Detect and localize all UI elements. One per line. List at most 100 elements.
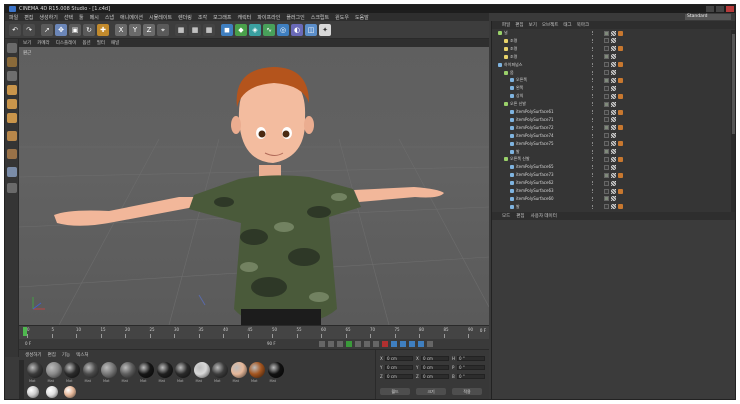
array-icon[interactable]: ◈: [249, 24, 261, 36]
visibility-toggle[interactable]: [592, 70, 597, 75]
visibility-toggle[interactable]: [592, 102, 597, 107]
object-row[interactable]: 조명: [492, 46, 728, 52]
material-tag-icon[interactable]: [604, 54, 609, 60]
timeline-ruler[interactable]: 0 F 0 5 10 15 20 25 30 35 40 45 50 55 60 65 70 75 80 85 90: [19, 325, 489, 339]
viewport-menu-item[interactable]: 보기: [23, 40, 31, 46]
menu-item[interactable]: 스크립트: [311, 14, 329, 21]
redo-icon[interactable]: ↷: [23, 24, 35, 36]
menu-item[interactable]: 파이프라인: [257, 14, 280, 21]
material-tag-icon[interactable]: [604, 77, 609, 83]
minimize-button[interactable]: [706, 6, 714, 12]
viewport-menu-item[interactable]: 디스플레이: [56, 40, 77, 46]
coord-size-dropdown[interactable]: 크기: [416, 388, 446, 395]
cube-primitive-icon[interactable]: ◼: [221, 24, 233, 36]
texture-tag-icon[interactable]: [611, 204, 616, 210]
texture-tag-icon[interactable]: [611, 156, 616, 162]
prev-frame-icon[interactable]: [337, 341, 343, 347]
visibility-toggle[interactable]: [592, 31, 597, 35]
material-tag-icon[interactable]: [604, 196, 609, 202]
3d-viewport[interactable]: 원근: [19, 47, 489, 325]
texture-tag-icon[interactable]: [611, 38, 616, 44]
texture-tag-icon[interactable]: [611, 164, 616, 170]
record-icon[interactable]: [382, 341, 388, 347]
material-tag-icon[interactable]: [604, 141, 609, 147]
light-icon[interactable]: ✦: [319, 24, 331, 36]
material-swatch[interactable]: [27, 386, 39, 398]
menu-item[interactable]: 렌더링: [178, 14, 192, 21]
spline-icon[interactable]: ∿: [263, 24, 275, 36]
render-settings-icon[interactable]: ▦: [203, 24, 215, 36]
move-icon[interactable]: ✥: [55, 24, 67, 36]
material-menu-item[interactable]: 편집: [48, 352, 56, 358]
material-menu-item[interactable]: 텍스처: [76, 352, 88, 358]
material-swatch[interactable]: [138, 362, 154, 378]
object-row[interactable]: itemPolySurface61: [492, 109, 728, 115]
object-row[interactable]: 조명: [492, 38, 728, 44]
material-swatch[interactable]: [156, 362, 173, 378]
visibility-toggle[interactable]: [592, 157, 597, 162]
object-row[interactable]: itemPolySurface73: [492, 172, 728, 178]
texture-tag-icon[interactable]: [611, 180, 616, 186]
material-tag-icon[interactable]: [604, 180, 609, 186]
material-tag-icon[interactable]: [604, 133, 609, 139]
edges-mode-icon[interactable]: [7, 99, 17, 109]
visibility-toggle[interactable]: [592, 110, 597, 114]
menu-item[interactable]: 윈도우: [335, 14, 349, 21]
prev-key-icon[interactable]: [328, 341, 334, 347]
object-row[interactable]: itemPolySurface71: [492, 117, 728, 123]
object-row[interactable]: 조명: [492, 54, 728, 60]
visibility-toggle[interactable]: [592, 94, 597, 99]
texture-tag-icon[interactable]: [611, 101, 616, 107]
tweak-mode-icon[interactable]: [7, 149, 17, 159]
phong-tag-icon[interactable]: [618, 204, 623, 210]
object-row[interactable]: itemPolySurface65: [492, 164, 728, 170]
material-swatch[interactable]: [175, 362, 191, 378]
coord-mode-dropdown[interactable]: 월드: [380, 388, 410, 395]
material-menu-item[interactable]: 생성하기: [25, 352, 42, 358]
material-swatch[interactable]: [64, 386, 76, 398]
object-manager-menu-item[interactable]: 오브젝트: [542, 22, 559, 28]
visibility-toggle[interactable]: [592, 62, 597, 67]
material-tag-icon[interactable]: [604, 38, 609, 44]
menu-item[interactable]: 시뮬레이트: [149, 14, 172, 21]
phong-tag-icon[interactable]: [618, 93, 623, 99]
texture-tag-icon[interactable]: [611, 46, 616, 52]
menu-item[interactable]: 선택: [64, 14, 73, 21]
material-tag-icon[interactable]: [604, 172, 609, 178]
material-tag-icon[interactable]: [604, 204, 609, 210]
first-frame-icon[interactable]: [319, 341, 325, 347]
phong-tag-icon[interactable]: [618, 188, 623, 194]
texture-tag-icon[interactable]: [611, 141, 616, 147]
object-row[interactable]: 왼쪽: [492, 85, 728, 91]
material-swatch[interactable]: [230, 362, 247, 378]
object-manager-menu-item[interactable]: 태그: [563, 22, 571, 28]
menu-item[interactable]: 파일: [9, 14, 18, 21]
phong-tag-icon[interactable]: [618, 125, 623, 131]
next-frame-icon[interactable]: [355, 341, 361, 347]
object-row[interactable]: 오른쪽: [492, 77, 728, 83]
model-mode-icon[interactable]: [7, 57, 17, 67]
object-row[interactable]: 발: [492, 204, 728, 210]
material-swatch[interactable]: [249, 362, 265, 378]
play-icon[interactable]: [346, 341, 352, 347]
visibility-toggle[interactable]: [592, 133, 597, 138]
object-manager-menu-item[interactable]: 편집: [515, 22, 523, 28]
keyframe-rotate-icon[interactable]: [409, 341, 415, 347]
menu-item[interactable]: 플러그인: [286, 14, 304, 21]
object-manager-menu-item[interactable]: 파일: [502, 22, 510, 28]
phong-tag-icon[interactable]: [618, 30, 623, 36]
texture-tag-icon[interactable]: [611, 196, 616, 202]
next-key-icon[interactable]: [364, 341, 370, 347]
object-row[interactable]: itemPolySurface72: [492, 125, 728, 131]
material-tag-icon[interactable]: [604, 188, 609, 194]
visibility-toggle[interactable]: [592, 117, 597, 122]
object-row[interactable]: itemPolySurface62: [492, 180, 728, 186]
visibility-toggle[interactable]: [592, 204, 597, 209]
axis-z-icon[interactable]: Z: [143, 24, 155, 36]
object-manager-menu-item[interactable]: 북마크: [577, 22, 589, 28]
object-row[interactable]: 오른쪽 신발: [492, 156, 728, 162]
coordinate-system-icon[interactable]: ⌖: [157, 24, 169, 36]
rotate-icon[interactable]: ↻: [83, 24, 95, 36]
object-row[interactable]: itemPolySurface74: [492, 133, 728, 139]
object-row[interactable]: 상의: [492, 93, 728, 99]
